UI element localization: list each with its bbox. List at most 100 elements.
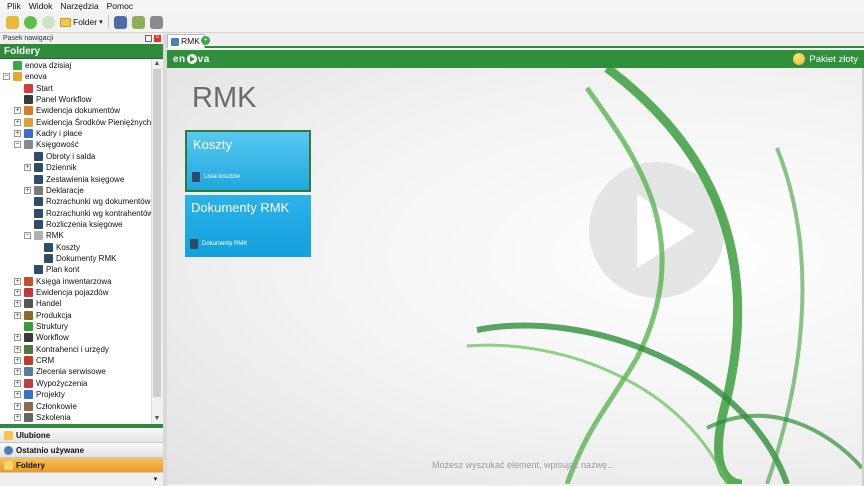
table-view-icon[interactable] [113,15,127,29]
collapse-icon[interactable]: − [3,73,10,81]
folder-icon [13,72,22,82]
tree-item[interactable]: + Workflow [14,332,69,343]
folder-label: Folder [73,17,98,27]
tree-item[interactable]: Struktury [14,321,68,332]
tree-item-label: Szkolenia [36,412,71,422]
tree-item[interactable]: − enova [3,71,47,82]
tree-item[interactable]: − Księgowość [14,139,79,150]
tree-item[interactable]: + Zlecenia serwisowe [14,366,106,377]
tree-item[interactable]: + Ewidencja dokumentów [14,105,120,116]
tree-item[interactable]: + Kadry i płace [14,128,82,139]
menu-narzedzia[interactable]: Narzędzia [59,1,99,11]
tree-item-label: Dziennik [46,163,77,173]
tile-dokumenty-rmk-link-label: Dokumenty RMK [202,241,248,247]
tree-item[interactable]: + Projekty [14,389,65,400]
brand-bar: en va Pakiet złoty [167,50,864,68]
tree-item[interactable]: + Szkolenia [14,412,71,423]
tree-item[interactable]: Obroty i salda [24,151,95,162]
tree-item[interactable]: + Wypożyczenia [14,378,88,389]
folders-title: Foldery [0,44,163,59]
expand-icon[interactable]: + [14,391,21,399]
folder-tree: enova dzisiaj − enova Start Panel Workflow + E… [0,59,152,424]
expand-icon[interactable]: + [14,368,21,376]
expand-icon[interactable]: + [14,107,21,115]
expand-icon[interactable]: + [14,300,21,308]
tree-item[interactable]: Rozrachunki wg kontrahentów [24,208,151,219]
nav-foldery[interactable]: Foldery [0,458,163,473]
tree-item[interactable]: + Produkcja [14,310,72,321]
tab-rmk-label: RMK [181,36,200,46]
expand-icon[interactable]: + [14,334,21,342]
close-icon[interactable]: × [154,35,161,42]
tree-item[interactable]: Dokumenty RMK [34,253,116,264]
expand-icon[interactable]: + [14,118,21,126]
expand-icon[interactable]: + [14,311,21,319]
tree-item[interactable]: Panel Workflow [14,94,91,105]
expand-icon[interactable]: + [14,413,21,421]
tree-item[interactable]: Plan kont [24,264,79,275]
tree-item[interactable]: Rozliczenia księgowe [24,219,122,230]
folder-dropdown[interactable]: Folder ▾ [60,17,103,27]
folder-icon [24,95,33,105]
collapse-icon[interactable]: − [14,141,21,149]
menu-widok[interactable]: Widok [28,1,54,11]
tree-view-icon[interactable] [131,15,145,29]
tools-icon[interactable] [149,15,163,29]
tree-item[interactable]: + Ewidencja pojazdów [14,287,109,298]
scrollbar-thumb[interactable] [153,69,161,397]
expand-icon[interactable]: + [24,186,31,194]
scroll-up-icon[interactable]: ▲ [152,59,162,69]
expand-icon[interactable]: + [24,164,31,172]
tree-item[interactable]: Rozrachunki wg dokumentów [24,196,151,207]
tile-koszty[interactable]: Koszty Lista kosztów [185,130,311,192]
menu-plik[interactable]: Plik [6,1,22,11]
forward-arrow-icon[interactable] [42,15,55,29]
new-tab-icon[interactable]: + [201,36,210,45]
tree-item-label: Deklaracje [46,185,84,195]
back-arrow-icon[interactable] [24,15,37,29]
expand-icon[interactable]: + [14,379,21,387]
tree-item[interactable]: + Ewidencja Środków Pieniężnych [14,117,151,128]
nav-ostatnio-uzywane[interactable]: Ostatnio używane [0,443,163,458]
home-icon[interactable] [6,15,19,29]
tab-rmk[interactable]: RMK [167,34,205,48]
collapse-icon[interactable]: − [24,232,31,240]
expand-icon[interactable]: + [14,402,21,410]
folder-icon [13,61,22,70]
tree-item[interactable]: − RMK [24,230,64,241]
tree-item-label: Kontrahenci i urzędy [36,344,109,354]
pin-icon[interactable] [145,35,152,42]
tree-item[interactable]: Zestawienia księgowe [24,174,124,185]
tile-dokumenty-rmk[interactable]: Dokumenty RMK Dokumenty RMK [185,195,311,257]
tree-item[interactable]: + Handel [14,298,61,309]
tree-item[interactable]: enova dzisiaj [3,60,71,71]
nav-ulubione[interactable]: Ulubione [0,428,163,443]
tree-item[interactable]: Start [14,83,53,94]
expand-icon[interactable]: + [14,345,21,353]
tree-item[interactable]: + Członkowie [14,401,77,412]
tree-item-label: Produkcja [36,310,72,320]
tile-dokumenty-rmk-link[interactable]: Dokumenty RMK [190,239,247,249]
tree-item[interactable]: + Kontrahenci i urzędy [14,344,109,355]
tree-item[interactable]: + CRM [14,355,54,366]
expand-icon[interactable]: + [14,357,21,365]
folder-icon [24,390,33,400]
folder-icon [24,333,33,343]
tree-item-label: Projekty [36,390,65,400]
swoosh-line [604,68,743,484]
tree-item[interactable]: + Deklaracje [24,185,84,196]
expand-icon[interactable]: + [14,130,21,138]
tree-item[interactable]: Koszty [34,242,80,253]
tree-scrollbar[interactable]: ▲ ▼ [152,59,162,424]
folder-icon [24,310,33,320]
tile-koszty-link[interactable]: Lista kosztów [192,172,240,182]
package-indicator[interactable]: Pakiet złoty [793,53,858,65]
menu-pomoc[interactable]: Pomoc [106,1,134,11]
tree-item[interactable]: + Dziennik [24,162,77,173]
expand-icon[interactable]: + [14,277,21,285]
scroll-down-icon[interactable]: ▼ [152,414,162,424]
expand-icon[interactable]: + [14,289,21,296]
folder-icon [24,412,33,422]
chevron-down-icon[interactable]: ▾ [151,475,160,484]
tree-item[interactable]: + Księga inwentarzowa [14,276,112,287]
